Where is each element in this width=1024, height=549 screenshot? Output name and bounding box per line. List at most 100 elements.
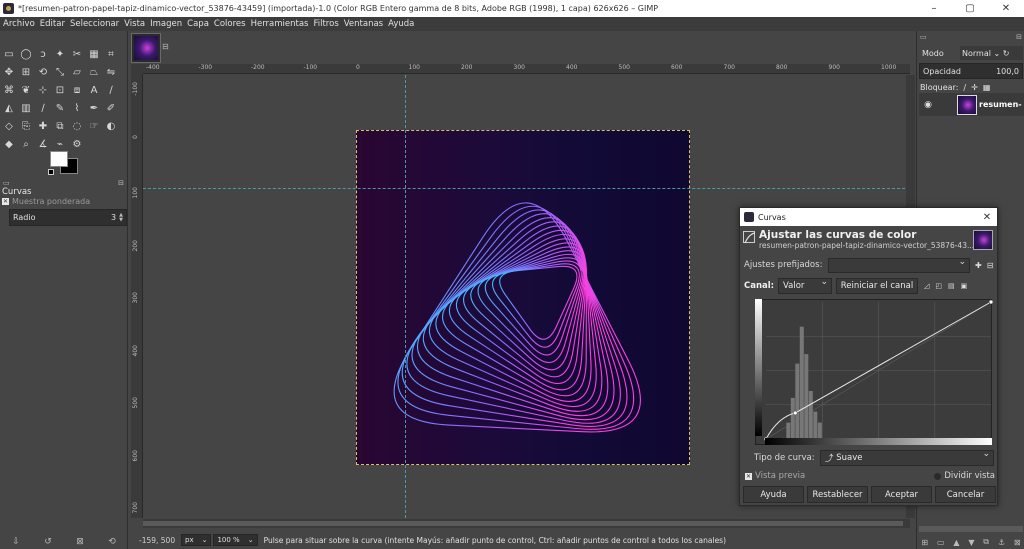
reset-channel-button[interactable]: Reiniciar el canal <box>836 278 918 294</box>
menu-imagen[interactable]: Imagen <box>150 19 182 29</box>
menu-archivo[interactable]: Archivo <box>3 19 35 29</box>
reset-options-icon[interactable]: ⟲ <box>108 537 116 547</box>
sample-average-option[interactable]: ✕ Muestra ponderada <box>2 197 126 206</box>
menu-colores[interactable]: Colores <box>214 19 246 29</box>
script-icon[interactable]: ⚙ <box>70 137 84 151</box>
curve-type-select[interactable]: ⤴ Suave <box>820 449 994 466</box>
menu-vista[interactable]: Vista <box>124 19 145 29</box>
curve-editor[interactable] <box>755 299 993 446</box>
menu-herramientas[interactable]: Herramientas <box>251 19 309 29</box>
fuzzy-select-icon[interactable]: ✦ <box>53 47 67 61</box>
raise-layer-icon[interactable]: ▲ <box>953 538 959 547</box>
shear-icon[interactable]: ▱ <box>70 65 84 79</box>
unit-select[interactable]: px ⌄ <box>181 534 212 546</box>
text-icon[interactable]: A <box>87 83 101 97</box>
layer-item[interactable]: ◉ resumen- <box>919 93 1024 116</box>
lock-position-icon[interactable]: ✛ <box>971 83 978 92</box>
horizontal-scrollbar[interactable] <box>143 519 910 528</box>
menu-seleccionar[interactable]: Seleccionar <box>70 19 119 29</box>
color-picker-icon[interactable]: ∕ <box>104 83 118 97</box>
clone-icon[interactable]: ⎘ <box>19 119 33 133</box>
gradient-icon[interactable]: ▥ <box>19 101 33 115</box>
rect-select-icon[interactable]: ▭ <box>2 47 16 61</box>
path-icon[interactable]: ◆ <box>2 137 16 151</box>
delete-options-icon[interactable]: ⊠ <box>76 537 84 547</box>
save-options-icon[interactable]: ⇩ <box>12 537 20 547</box>
perspective-icon[interactable]: ⏢ <box>87 65 101 79</box>
radius-spinner[interactable]: Radio 3 ▲ ▼ <box>9 209 127 226</box>
layers-scrollbar[interactable] <box>919 526 1023 532</box>
minimize-button[interactable]: – <box>916 0 952 17</box>
vertical-guide[interactable] <box>405 75 406 518</box>
menu-ayuda[interactable]: Ayuda <box>388 19 414 29</box>
help-button[interactable]: Ayuda <box>743 486 804 503</box>
add-preset-icon[interactable]: ✚ <box>975 261 982 270</box>
opacity-spinner[interactable]: Opacidad 100,0 <box>919 63 1023 79</box>
spin-arrows-icon[interactable]: ▲ ▼ <box>119 212 123 223</box>
align-icon[interactable]: ⊞ <box>19 65 33 79</box>
foreground-select-icon[interactable]: ▦ <box>87 47 101 61</box>
blur-icon[interactable]: ◌ <box>70 119 84 133</box>
unified-transform-icon[interactable]: ⊡ <box>53 83 67 97</box>
linear-histogram-icon[interactable]: ◿ <box>924 282 929 290</box>
smudge-icon[interactable]: ☞ <box>87 119 101 133</box>
new-layer-icon[interactable]: ⊞ <box>921 538 928 547</box>
horizontal-guide[interactable] <box>143 188 910 189</box>
move-icon[interactable]: ✥ <box>2 65 16 79</box>
heal-icon[interactable]: ✚ <box>36 119 50 133</box>
tab-menu-icon[interactable]: ⊟ <box>118 179 124 187</box>
close-window-button[interactable]: ✕ <box>988 0 1024 17</box>
image-tab[interactable] <box>131 33 161 63</box>
zoom-select[interactable]: 100 % ⌄ <box>213 534 258 546</box>
curve-graph[interactable] <box>756 300 993 446</box>
curve-control-point[interactable] <box>793 410 798 416</box>
horizontal-ruler[interactable]: -400 -300 -200 -100 0 100 200 300 400 500 600 700 80… <box>143 64 910 74</box>
maximize-button[interactable]: ▢ <box>952 0 988 17</box>
cancel-button[interactable]: Cancelar <box>935 486 996 503</box>
menu-filtros[interactable]: Filtros <box>313 19 338 29</box>
visibility-eye-icon[interactable]: ◉ <box>919 100 937 110</box>
split-view-checkbox[interactable] <box>934 472 942 480</box>
menu-editar[interactable]: Editar <box>40 19 65 29</box>
preview-checkbox[interactable]: ✕ <box>745 472 752 480</box>
vertical-ruler[interactable]: -1000100200300400500600700800 <box>131 74 143 518</box>
mypaint-brush-icon[interactable]: ✐ <box>104 101 118 115</box>
bucket-fill-icon[interactable]: ◭ <box>2 101 16 115</box>
tool-options-tab-icon[interactable]: ▭ <box>3 179 10 187</box>
handle-transform-icon[interactable]: ⊹ <box>36 83 50 97</box>
measure-icon[interactable]: ∡ <box>36 137 50 151</box>
ruler-corner[interactable] <box>131 64 143 74</box>
sample-average-checkbox[interactable]: ✕ <box>2 198 9 205</box>
channel-select[interactable]: Valor <box>778 277 832 294</box>
dock-menu-icon[interactable]: ⊟ <box>1016 33 1022 41</box>
duplicate-layer-icon[interactable]: ⧉ <box>983 537 989 547</box>
dialog-close-icon[interactable]: ✕ <box>977 212 997 223</box>
flip-icon[interactable]: ⇋ <box>104 65 118 79</box>
curve-control-point[interactable] <box>988 300 993 305</box>
ellipse-select-icon[interactable]: ◯ <box>19 47 33 61</box>
image-canvas[interactable] <box>356 130 690 465</box>
pencil-icon[interactable]: ✎ <box>53 101 67 115</box>
paintbrush-icon[interactable]: ∕ <box>36 101 50 115</box>
log-histogram-icon[interactable]: ◰ <box>935 282 942 290</box>
paths-icon[interactable]: ⌁ <box>53 137 67 151</box>
warp-icon[interactable]: ❦ <box>19 83 33 97</box>
ok-button[interactable]: Aceptar <box>871 486 932 503</box>
reset-button[interactable]: Restablecer <box>807 486 868 503</box>
scissors-icon[interactable]: ✂ <box>70 47 84 61</box>
cage-icon[interactable]: ⌘ <box>2 83 16 97</box>
lock-pixels-icon[interactable]: ∕ <box>963 83 966 92</box>
scale-icon[interactable]: ⤡ <box>53 65 67 79</box>
airbrush-icon[interactable]: ⌇ <box>70 101 84 115</box>
zoom-icon[interactable]: ⌕ <box>19 137 33 151</box>
horizontal-scroll-thumb[interactable] <box>143 521 903 526</box>
menu-capa[interactable]: Capa <box>187 19 209 29</box>
import-icon[interactable]: ▤ <box>948 282 955 290</box>
new-group-icon[interactable]: ▭ <box>937 538 945 547</box>
default-colors-icon[interactable] <box>48 169 54 175</box>
eraser-icon[interactable]: ◇ <box>2 119 16 133</box>
layers-tab-icon[interactable]: ▭ <box>920 33 927 41</box>
rotate-icon[interactable]: ⟲ <box>36 65 50 79</box>
ink-icon[interactable]: ✒ <box>87 101 101 115</box>
crop-icon[interactable]: ⌗ <box>104 47 118 61</box>
